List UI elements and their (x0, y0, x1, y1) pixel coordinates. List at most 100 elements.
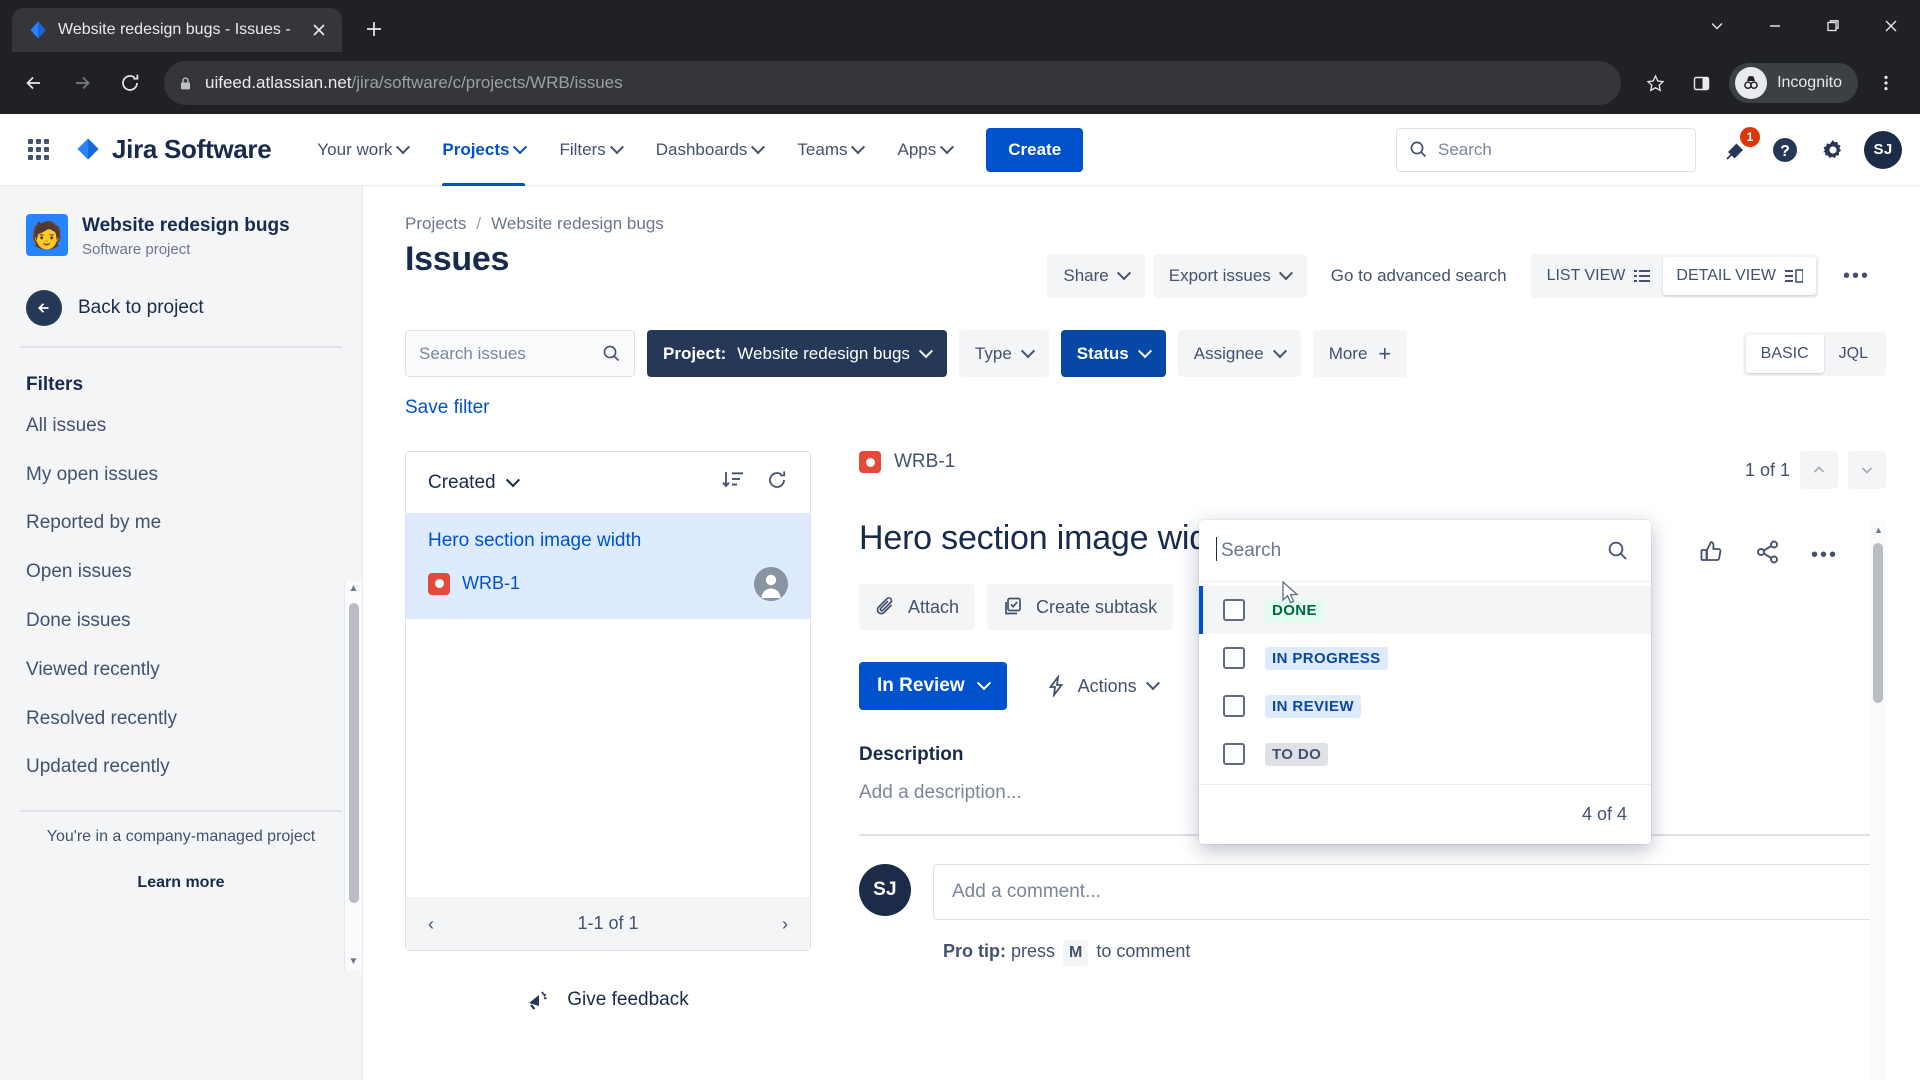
status-option-in-progress[interactable]: IN PROGRESS (1199, 634, 1651, 682)
share-icon[interactable] (1755, 539, 1781, 570)
filter-project[interactable]: Project: Website redesign bugs (647, 330, 947, 377)
sidebar-item-my-open-issues[interactable]: My open issues (0, 451, 362, 500)
browser-tab[interactable]: Website redesign bugs - Issues - (12, 8, 342, 52)
url-domain: uifeed.atlassian.net (205, 73, 352, 92)
new-tab-button[interactable] (354, 9, 394, 49)
user-avatar[interactable]: SJ (1864, 130, 1902, 169)
attach-button[interactable]: Attach (859, 584, 976, 630)
pager-up-icon[interactable] (1800, 451, 1838, 489)
breadcrumb-project[interactable]: Website redesign bugs (491, 214, 664, 234)
sidebar-item-viewed-recently[interactable]: Viewed recently (0, 646, 362, 695)
status-dropdown-search[interactable]: Search (1199, 520, 1651, 582)
project-header[interactable]: 🧑 Website redesign bugs Software project (0, 186, 362, 268)
notifications-icon[interactable]: 1 (1720, 126, 1760, 167)
sort-direction-icon[interactable] (722, 470, 744, 495)
more-actions-button[interactable]: ••• (1827, 254, 1886, 298)
sidebar-item-open-issues[interactable]: Open issues (0, 548, 362, 597)
global-search-placeholder: Search (1438, 139, 1492, 159)
search-issues-input[interactable]: Search issues (405, 330, 635, 377)
jira-logo[interactable]: Jira Software (74, 134, 272, 165)
share-button[interactable]: Share (1047, 254, 1145, 298)
list-view-button[interactable]: LIST VIEW (1534, 257, 1664, 295)
status-option-done[interactable]: DONE (1199, 586, 1651, 634)
avatar-unassigned-icon[interactable] (754, 566, 788, 601)
scroll-down-icon[interactable]: ▼ (349, 957, 359, 967)
create-subtask-button[interactable]: Create subtask (987, 584, 1174, 630)
bookmark-star-icon[interactable] (1633, 61, 1677, 105)
filter-type[interactable]: Type (958, 330, 1049, 377)
sidebar-item-updated-recently[interactable]: Updated recently (0, 743, 362, 792)
checkbox-icon[interactable] (1223, 695, 1245, 717)
help-icon[interactable]: ? (1768, 133, 1802, 167)
issue-detail-key: WRB-1 (894, 451, 956, 472)
breadcrumb-projects[interactable]: Projects (405, 214, 466, 234)
nav-dashboards[interactable]: Dashboards (642, 114, 778, 186)
maximize-icon[interactable] (1804, 0, 1862, 52)
basic-mode-button[interactable]: BASIC (1745, 334, 1824, 373)
sidebar-item-done-issues[interactable]: Done issues (0, 597, 362, 646)
checkbox-icon[interactable] (1223, 647, 1245, 669)
actions-button[interactable]: Actions (1029, 663, 1174, 709)
close-icon[interactable] (306, 17, 332, 43)
nav-apps[interactable]: Apps (883, 114, 966, 186)
back-icon[interactable] (12, 61, 56, 105)
minimize-icon[interactable] (1746, 0, 1804, 52)
nav-your-work[interactable]: Your work (303, 114, 422, 186)
filter-status[interactable]: Status (1060, 330, 1166, 377)
learn-more-link[interactable]: Learn more (20, 874, 342, 892)
chevron-down-icon (751, 139, 766, 154)
export-issues-button[interactable]: Export issues (1152, 254, 1307, 298)
jql-mode-button[interactable]: JQL (1824, 335, 1883, 373)
scrollbar-thumb[interactable] (348, 603, 359, 903)
sidebar-scrollbar[interactable]: ▲ ▼ (344, 581, 362, 970)
side-panel-icon[interactable] (1679, 61, 1723, 105)
checkbox-icon[interactable] (1223, 599, 1245, 621)
scroll-up-icon[interactable]: ▲ (349, 584, 359, 594)
nav-teams[interactable]: Teams (783, 114, 877, 186)
jira-page: Jira Software Your work Projects Filters… (0, 114, 1920, 1080)
scroll-up-icon[interactable]: ▲ (1874, 525, 1883, 535)
detail-view-button[interactable]: DETAIL VIEW (1663, 257, 1816, 295)
nav-projects[interactable]: Projects (428, 114, 539, 186)
add-comment-input[interactable]: Add a comment... (933, 864, 1886, 920)
sidebar-item-resolved-recently[interactable]: Resolved recently (0, 695, 362, 744)
pager-down-icon[interactable] (1848, 451, 1886, 489)
reload-icon[interactable] (108, 61, 152, 105)
status-option-to-do[interactable]: TO DO (1199, 730, 1651, 778)
prev-page-icon[interactable]: ‹ (428, 915, 434, 933)
chevron-down-icon (1145, 676, 1160, 691)
sort-selector[interactable]: Created (428, 472, 520, 494)
like-icon[interactable] (1699, 539, 1725, 570)
next-page-icon[interactable]: › (782, 915, 788, 933)
back-to-project-button[interactable]: Back to project (0, 268, 362, 346)
close-window-icon[interactable] (1862, 0, 1920, 52)
issue-pager: 1 of 1 (1745, 451, 1886, 489)
save-filter-link[interactable]: Save filter (405, 397, 1886, 419)
issue-list-row[interactable]: Hero section image width WRB-1 (406, 513, 810, 619)
nav-filters[interactable]: Filters (545, 114, 635, 186)
sidebar-item-all-issues[interactable]: All issues (0, 402, 362, 451)
sidebar-item-reported-by-me[interactable]: Reported by me (0, 499, 362, 548)
app-switcher-icon[interactable] (18, 130, 58, 170)
issue-more-actions-icon[interactable]: ••• (1811, 545, 1838, 565)
issue-status-button[interactable]: In Review (859, 662, 1007, 710)
chrome-menu-icon[interactable] (1864, 61, 1908, 105)
global-search-input[interactable]: Search (1396, 127, 1696, 172)
detail-scrollbar[interactable]: ▲ (1870, 521, 1886, 1080)
chevron-down-icon[interactable] (1688, 0, 1746, 52)
issue-detail-key-group[interactable]: WRB-1 (859, 451, 955, 473)
create-button[interactable]: Create (986, 127, 1084, 172)
forward-icon[interactable] (60, 61, 104, 105)
settings-gear-icon[interactable] (1816, 133, 1850, 167)
incognito-indicator[interactable]: Incognito (1729, 63, 1858, 103)
checkbox-icon[interactable] (1223, 743, 1245, 765)
filter-more[interactable]: More + (1312, 330, 1408, 377)
advanced-search-button[interactable]: Go to advanced search (1315, 254, 1523, 298)
address-bar[interactable]: uifeed.atlassian.net/jira/software/c/pro… (164, 61, 1622, 105)
status-option-in-review[interactable]: IN REVIEW (1199, 682, 1651, 730)
refresh-icon[interactable] (766, 470, 788, 495)
filter-assignee[interactable]: Assignee (1177, 330, 1301, 377)
url-text: uifeed.atlassian.net/jira/software/c/pro… (205, 73, 623, 93)
detail-scrollbar-thumb[interactable] (1873, 543, 1883, 703)
give-feedback-button[interactable]: Give feedback (405, 989, 811, 1011)
